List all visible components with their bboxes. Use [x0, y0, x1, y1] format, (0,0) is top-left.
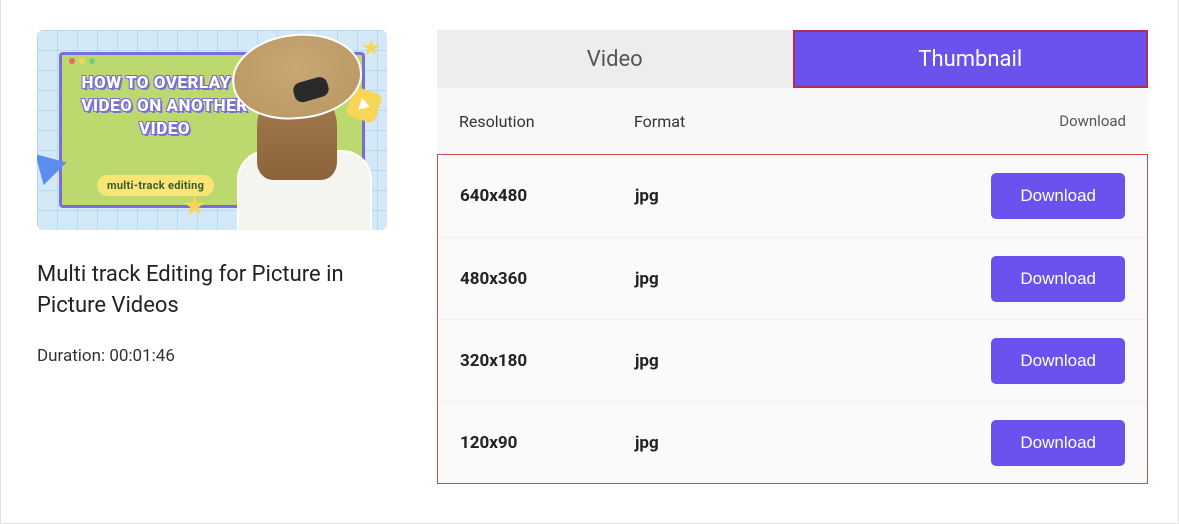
header-download: Download: [1059, 112, 1126, 130]
header-format: Format: [634, 112, 1059, 131]
download-button[interactable]: Download: [991, 256, 1125, 302]
tab-bar: Video Thumbnail: [437, 30, 1148, 88]
tab-video[interactable]: Video: [437, 30, 793, 88]
download-options-panel: Video Thumbnail Resolution Format Downlo…: [437, 30, 1148, 493]
resolution-value: 480x360: [460, 269, 635, 289]
download-button[interactable]: Download: [991, 420, 1125, 466]
table-row: 120x90 jpg Download: [438, 401, 1147, 483]
format-value: jpg: [635, 186, 991, 206]
table-header: Resolution Format Download: [437, 88, 1148, 154]
download-button[interactable]: Download: [991, 338, 1125, 384]
video-duration: Duration: 00:01:46: [37, 346, 387, 366]
format-value: jpg: [635, 351, 991, 371]
star-icon: ★: [182, 189, 207, 222]
table-row: 480x360 jpg Download: [438, 237, 1147, 319]
video-thumbnail-preview: HOW TO OVERLAY A VIDEO ON ANOTHER VIDEO …: [37, 30, 387, 230]
download-rows: 640x480 jpg Download 480x360 jpg Downloa…: [437, 154, 1148, 484]
format-value: jpg: [635, 269, 991, 289]
video-title: Multi track Editing for Picture in Pictu…: [37, 260, 387, 322]
header-resolution: Resolution: [459, 112, 634, 131]
table-row: 320x180 jpg Download: [438, 319, 1147, 401]
resolution-value: 120x90: [460, 433, 635, 453]
download-button[interactable]: Download: [991, 173, 1125, 219]
table-row: 640x480 jpg Download: [438, 155, 1147, 237]
format-value: jpg: [635, 433, 991, 453]
resolution-value: 320x180: [460, 351, 635, 371]
resolution-value: 640x480: [460, 186, 635, 206]
star-icon: ★: [361, 36, 381, 61]
video-info-panel: HOW TO OVERLAY A VIDEO ON ANOTHER VIDEO …: [37, 30, 387, 493]
tab-thumbnail[interactable]: Thumbnail: [793, 30, 1149, 88]
